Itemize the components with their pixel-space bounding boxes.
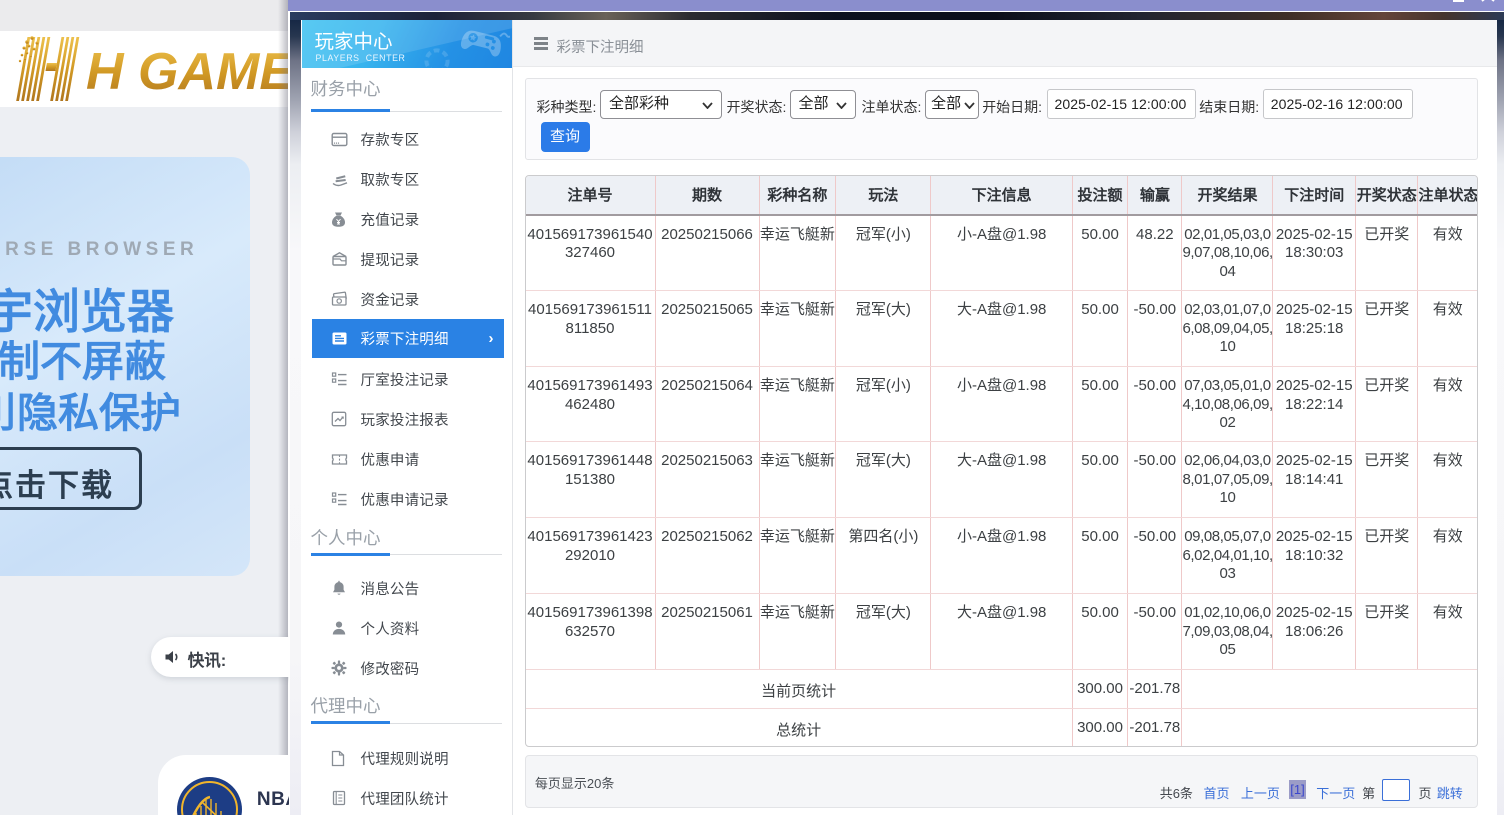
svg-text:H GAME: H GAME (86, 43, 288, 101)
